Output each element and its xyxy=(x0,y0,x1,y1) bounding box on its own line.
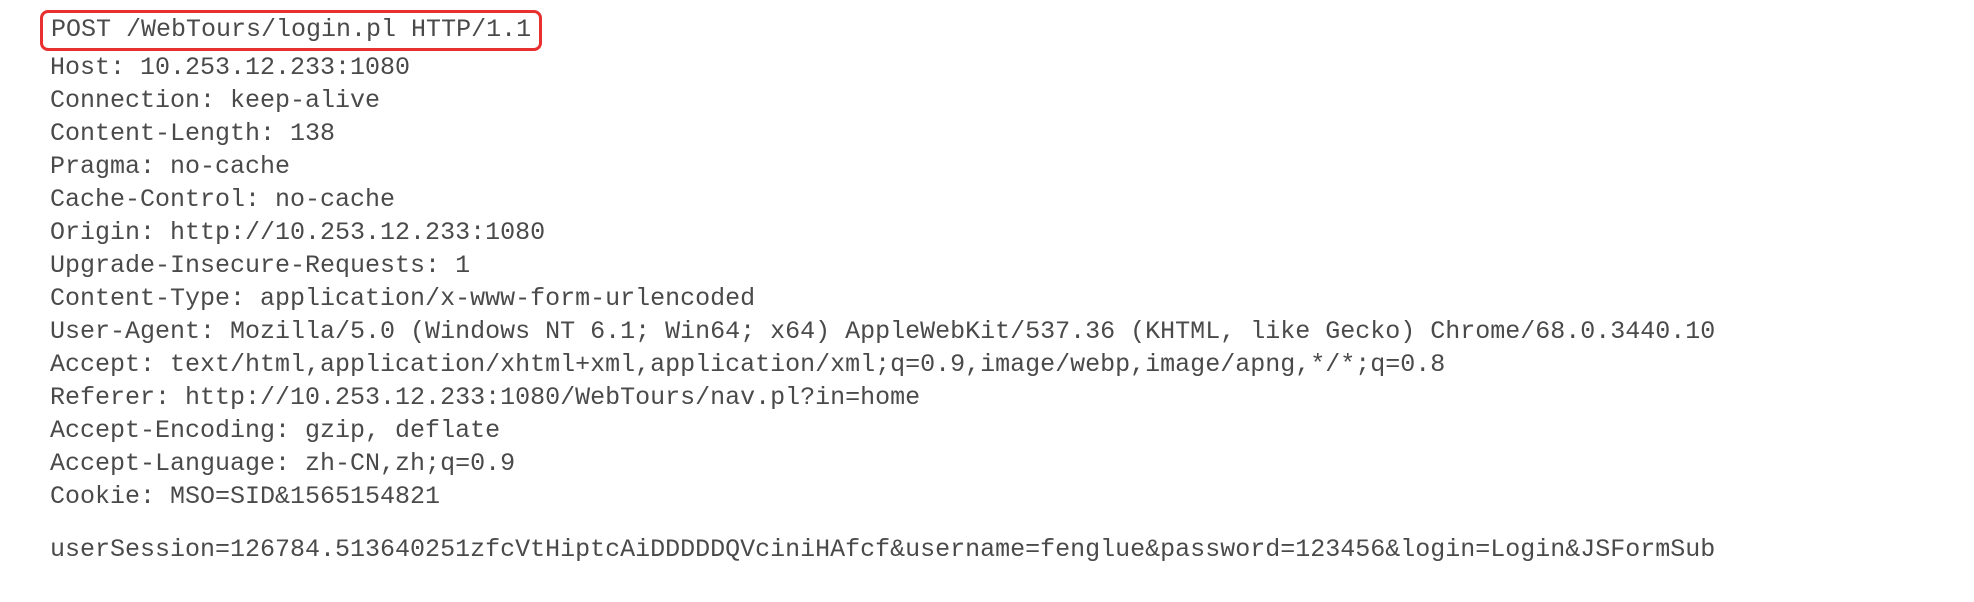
header-connection[interactable]: Connection: keep-alive xyxy=(50,84,1924,117)
header-host[interactable]: Host: 10.253.12.233:1080 xyxy=(50,51,1924,84)
header-accept-language[interactable]: Accept-Language: zh-CN,zh;q=0.9 xyxy=(50,447,1924,480)
header-accept-encoding[interactable]: Accept-Encoding: gzip, deflate xyxy=(50,414,1924,447)
http-request-view: POST /WebTours/login.pl HTTP/1.1 Host: 1… xyxy=(50,10,1924,566)
header-content-length[interactable]: Content-Length: 138 xyxy=(50,117,1924,150)
header-content-type[interactable]: Content-Type: application/x-www-form-url… xyxy=(50,282,1924,315)
header-accept[interactable]: Accept: text/html,application/xhtml+xml,… xyxy=(50,348,1924,381)
blank-line xyxy=(50,513,1924,533)
header-cookie[interactable]: Cookie: MSO=SID&1565154821 xyxy=(50,480,1924,513)
header-origin[interactable]: Origin: http://10.253.12.233:1080 xyxy=(50,216,1924,249)
header-pragma[interactable]: Pragma: no-cache xyxy=(50,150,1924,183)
header-referer[interactable]: Referer: http://10.253.12.233:1080/WebTo… xyxy=(50,381,1924,414)
header-cache-control[interactable]: Cache-Control: no-cache xyxy=(50,183,1924,216)
header-upgrade-insecure-requests[interactable]: Upgrade-Insecure-Requests: 1 xyxy=(50,249,1924,282)
request-line[interactable]: POST /WebTours/login.pl HTTP/1.1 xyxy=(51,15,531,44)
request-body[interactable]: userSession=126784.513640251zfcVtHiptcAi… xyxy=(50,533,1924,566)
header-user-agent[interactable]: User-Agent: Mozilla/5.0 (Windows NT 6.1;… xyxy=(50,315,1924,348)
request-line-row: POST /WebTours/login.pl HTTP/1.1 xyxy=(50,10,1924,51)
request-line-highlight: POST /WebTours/login.pl HTTP/1.1 xyxy=(40,10,542,51)
